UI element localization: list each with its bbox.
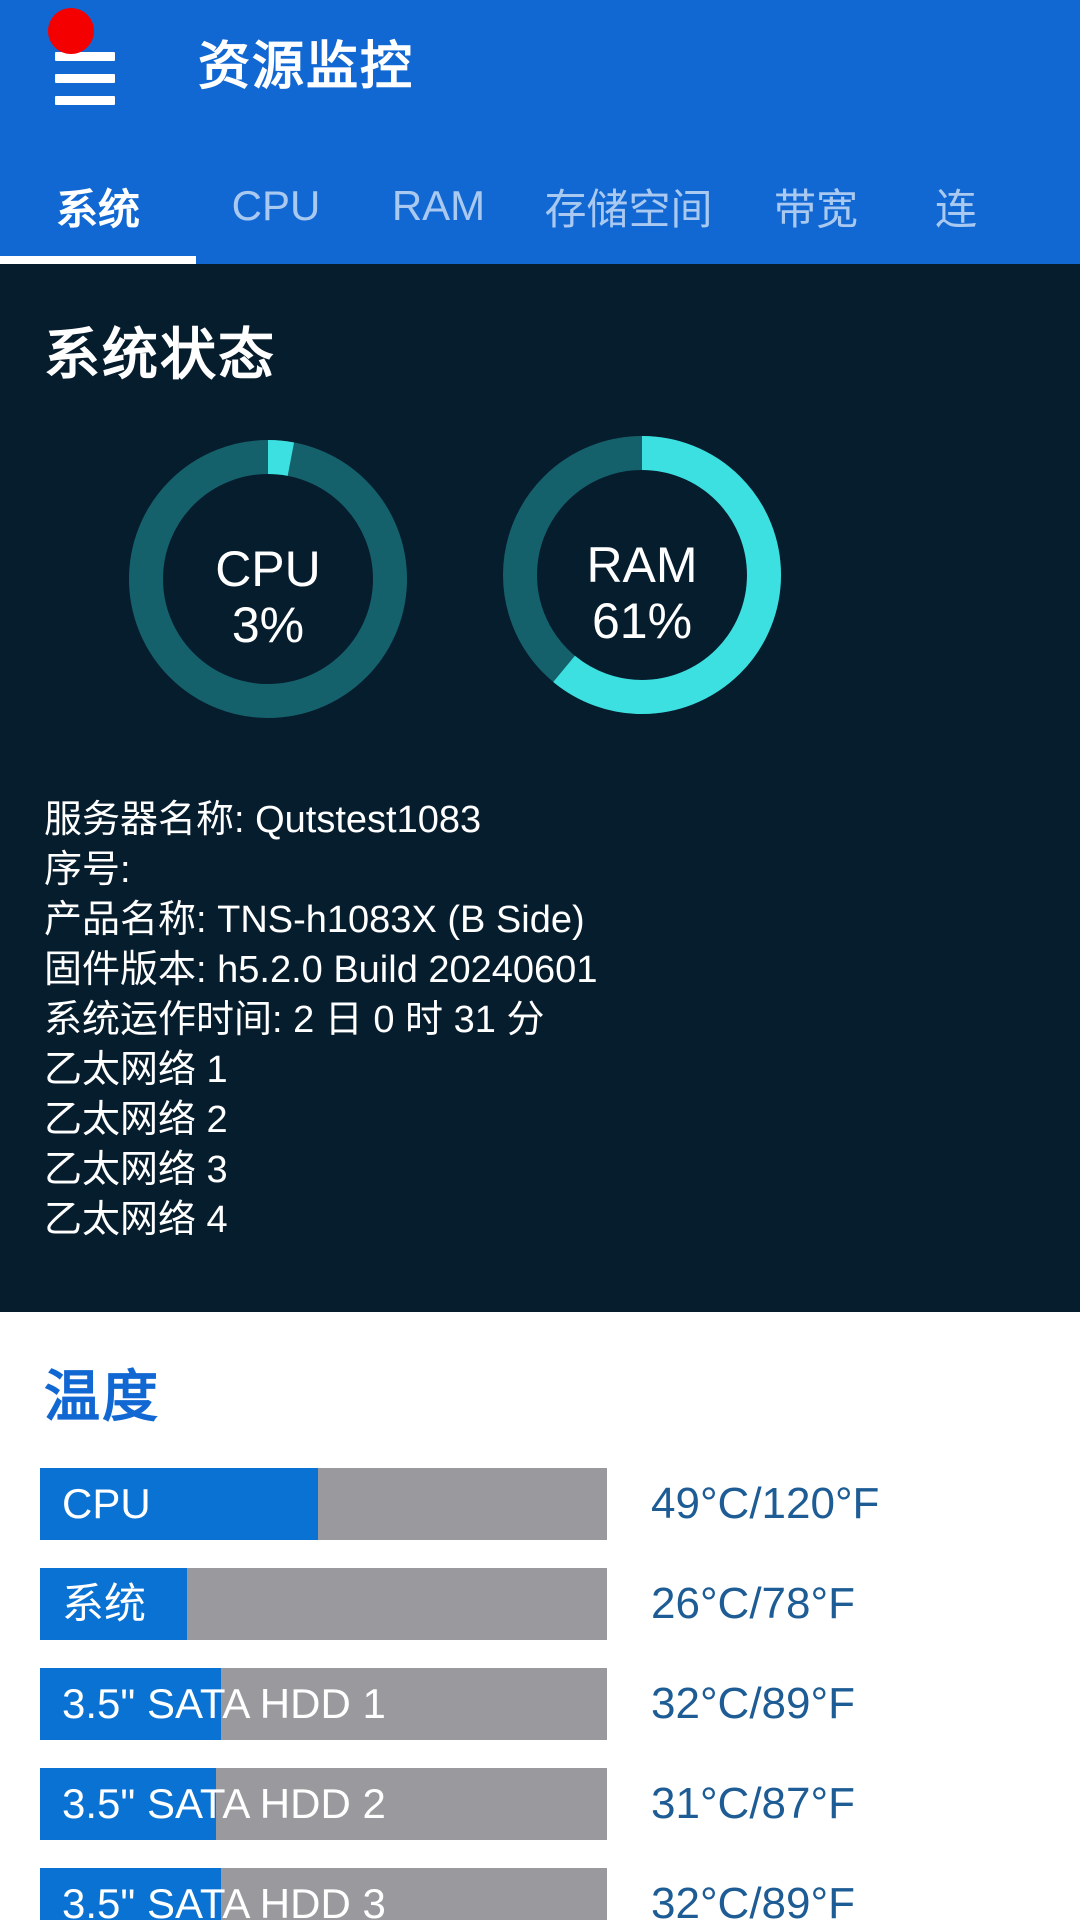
temperature-value: 31°C/87°F [651, 1779, 855, 1828]
ram-gauge-label: RAM 61% [492, 537, 792, 649]
hamburger-bar-2 [55, 74, 115, 83]
temperature-value: 49°C/120°F [651, 1479, 880, 1528]
ram-gauge: RAM 61% [492, 425, 792, 725]
cpu-gauge: CPU 3% [118, 429, 418, 729]
ram-gauge-value: 61% [591, 593, 693, 649]
system-status-panel: 系统状态 CPU 3% RAM 61% 服务器名称: Qutstest1083 … [0, 264, 1080, 1312]
system-status-heading: 系统状态 [44, 323, 276, 386]
tab-bandwidth[interactable]: 带宽 [736, 148, 896, 264]
info-server-name: 服务器名称: Qutstest1083 [44, 799, 482, 841]
temperature-bar-hdd3: 3.5" SATA HDD 3 [40, 1868, 607, 1920]
temperature-row-cpu: CPU 49°C/120°F [0, 1463, 1080, 1545]
info-uptime: 系统运作时间: 2 日 0 时 31 分 [44, 999, 545, 1041]
ram-gauge-name: RAM [586, 537, 698, 593]
tab-system[interactable]: 系统 [0, 148, 196, 264]
temperature-heading: 温度 [44, 1365, 160, 1428]
temperature-bar-label: 3.5" SATA HDD 3 [62, 1880, 386, 1920]
tab-bar[interactable]: 系统 CPU RAM 存储空间 带宽 连 [0, 148, 1080, 264]
temperature-rows: CPU 49°C/120°F 系统 26°C/78°F 3.5" SATA HD… [0, 1463, 1080, 1920]
temperature-bar-label: 3.5" SATA HDD 1 [62, 1680, 386, 1727]
temperature-section: 温度 CPU 49°C/120°F 系统 26°C/78°F 3.5" SATA… [0, 1312, 1080, 1920]
cpu-gauge-name: CPU [215, 541, 321, 597]
info-firmware: 固件版本: h5.2.0 Build 20240601 [44, 949, 598, 991]
system-info-list: 服务器名称: Qutstest1083 序号: 产品名称: TNS-h1083X… [44, 795, 1080, 1245]
temperature-row-hdd3: 3.5" SATA HDD 3 32°C/89°F [0, 1863, 1080, 1920]
app-header: 资源监控 [0, 0, 1080, 148]
gauge-group: CPU 3% RAM 61% [0, 419, 1080, 759]
temperature-value: 26°C/78°F [651, 1579, 855, 1628]
temperature-value: 32°C/89°F [651, 1879, 855, 1920]
temperature-bar-system: 系统 [40, 1568, 607, 1640]
info-ethernet-4: 乙太网络 4 [44, 1199, 228, 1241]
info-ethernet-3: 乙太网络 3 [44, 1149, 228, 1191]
temperature-row-hdd2: 3.5" SATA HDD 2 31°C/87°F [0, 1763, 1080, 1845]
page-title: 资源监控 [198, 38, 415, 96]
info-ethernet-1: 乙太网络 1 [44, 1049, 228, 1091]
tab-overflow[interactable]: 连 [896, 148, 1016, 264]
cpu-gauge-value: 3% [231, 597, 305, 653]
hamburger-bar-3 [55, 96, 115, 105]
info-ethernet-2: 乙太网络 2 [44, 1099, 228, 1141]
tab-ram[interactable]: RAM [356, 148, 521, 264]
temperature-bar-hdd1: 3.5" SATA HDD 1 [40, 1668, 607, 1740]
info-serial-number: 序号: [44, 849, 131, 891]
temperature-value: 32°C/89°F [651, 1679, 855, 1728]
info-product-name: 产品名称: TNS-h1083X (B Side) [44, 899, 585, 941]
tab-storage[interactable]: 存储空间 [521, 148, 736, 264]
temperature-bar-hdd2: 3.5" SATA HDD 2 [40, 1768, 607, 1840]
temperature-row-hdd1: 3.5" SATA HDD 1 32°C/89°F [0, 1663, 1080, 1745]
temperature-bar-label: CPU [62, 1480, 151, 1527]
cpu-gauge-label: CPU 3% [118, 541, 418, 653]
temperature-bar-label: 3.5" SATA HDD 2 [62, 1780, 386, 1827]
tab-cpu[interactable]: CPU [196, 148, 356, 264]
temperature-bar-cpu: CPU [40, 1468, 607, 1540]
temperature-bar-label: 系统 [62, 1580, 147, 1627]
hamburger-bar-1 [55, 52, 115, 61]
temperature-row-system: 系统 26°C/78°F [0, 1563, 1080, 1645]
notification-badge-icon [48, 8, 94, 54]
